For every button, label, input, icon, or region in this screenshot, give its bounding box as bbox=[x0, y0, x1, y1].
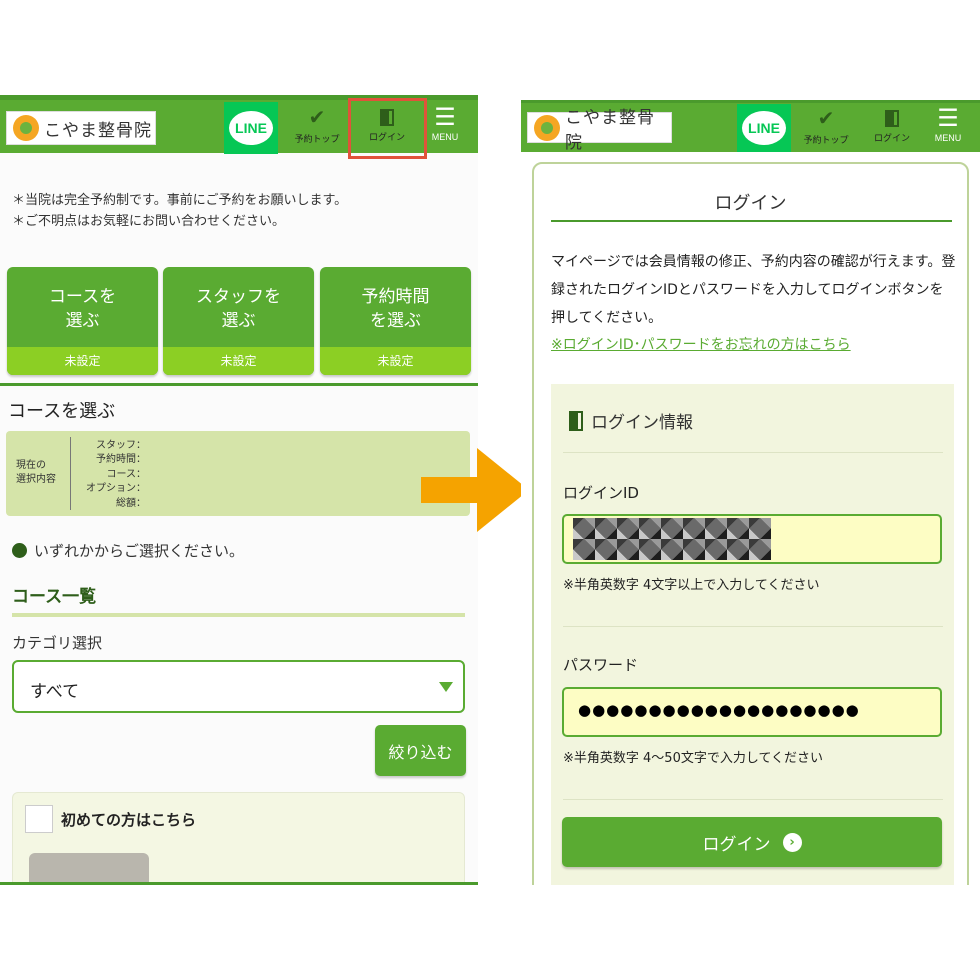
step-title-line2: を選ぶ bbox=[370, 311, 421, 331]
selection-heading-line1: 現在の bbox=[16, 460, 46, 471]
password-value: ●●●●●●●●●●●●●●●●●●●● bbox=[578, 701, 860, 719]
door-icon bbox=[569, 410, 583, 431]
course-list-title: コース一覧 bbox=[12, 587, 97, 607]
form-separator bbox=[563, 452, 943, 453]
login-card: ログイン マイページでは会員情報の修正、予約内容の確認が行えます。登録されたログ… bbox=[532, 162, 969, 885]
login-id-label: ログインID bbox=[563, 484, 639, 502]
nav-menu-label: MENU bbox=[934, 133, 962, 143]
logo-text: こやま整骨院 bbox=[565, 107, 655, 153]
login-info-heading-text: ログイン情報 bbox=[591, 413, 693, 433]
login-button[interactable]: ログイン › bbox=[562, 817, 942, 867]
logo-mark-icon bbox=[13, 115, 39, 141]
login-form-panel: ログイン情報 ログインID ※半角英数字 4文字以上で入力してください パスワー… bbox=[551, 384, 954, 885]
course-card[interactable]: 初めての方はこちら bbox=[12, 792, 465, 882]
section-title: コースを選ぶ bbox=[8, 401, 116, 422]
selection-label-time: 予約時間： bbox=[96, 454, 146, 466]
filter-button[interactable]: 絞り込む bbox=[375, 725, 466, 776]
login-title-underline bbox=[551, 220, 952, 222]
selection-label-course: コース： bbox=[106, 468, 147, 480]
password-label: パスワード bbox=[563, 656, 639, 674]
clinic-logo[interactable]: こやま整骨院 bbox=[6, 111, 156, 145]
step-choose-course-button[interactable]: コースを選ぶ 未設定 bbox=[7, 267, 158, 375]
forgot-credentials-link[interactable]: ※ログインID･パスワードをお忘れの方はこちら bbox=[551, 334, 851, 354]
course-checkbox[interactable] bbox=[25, 805, 53, 833]
form-separator bbox=[563, 626, 943, 627]
nav-reserve-top-label: 予約トップ bbox=[803, 136, 849, 146]
step-title-line1: 予約時間 bbox=[361, 287, 430, 307]
step-status: 未設定 bbox=[320, 347, 471, 375]
step-choose-time-button[interactable]: 予約時間を選ぶ 未設定 bbox=[320, 267, 471, 375]
current-selection-box: 現在の 選択内容 スタッフ： 予約時間： コース： オプション： 総額： bbox=[6, 431, 470, 516]
login-description: マイページでは会員情報の修正、予約内容の確認が行えます。登録されたログインIDと… bbox=[551, 254, 956, 326]
logo-text: こやま整骨院 bbox=[44, 120, 152, 141]
step-title-line2: 選ぶ bbox=[65, 311, 100, 331]
nav-menu[interactable]: ☰ MENU bbox=[920, 105, 976, 153]
nav-reserve-top[interactable]: ✔ 予約トップ bbox=[798, 105, 854, 153]
line-label: LINE bbox=[229, 111, 273, 145]
hamburger-icon: ☰ bbox=[434, 103, 456, 131]
reservation-screen: こやま整骨院 LINE ✔ 予約トップ ログイン ☰ MENU ＊当院は完全予約… bbox=[0, 95, 478, 885]
step-title-line1: コースを bbox=[48, 287, 117, 307]
nav-login-label: ログイン bbox=[873, 134, 910, 144]
step-status: 未設定 bbox=[7, 347, 158, 375]
selection-hint: いずれかからご選択ください。 bbox=[12, 540, 244, 561]
password-field[interactable]: ●●●●●●●●●●●●●●●●●●●● bbox=[562, 687, 942, 737]
notice-line-1: ＊当院は完全予約制です。事前にご予約をお願いします。 bbox=[12, 193, 348, 208]
selection-label-option: オプション： bbox=[86, 483, 146, 495]
logo-mark-icon bbox=[534, 114, 560, 141]
nav-login[interactable]: ログイン bbox=[864, 105, 920, 153]
check-icon: ✔ bbox=[308, 105, 326, 129]
door-icon bbox=[885, 110, 899, 127]
line-button[interactable]: LINE bbox=[224, 102, 278, 154]
course-list-underline bbox=[12, 613, 465, 617]
login-id-field[interactable] bbox=[562, 514, 942, 564]
redacted-mosaic bbox=[573, 518, 771, 560]
selection-label-staff: スタッフ： bbox=[96, 440, 146, 451]
step-title-line2: 選ぶ bbox=[221, 311, 256, 331]
login-highlight-box bbox=[348, 98, 427, 159]
right-arrow-icon bbox=[421, 448, 529, 532]
selection-label-total: 総額： bbox=[116, 497, 146, 509]
hint-text: いずれかからご選択ください。 bbox=[34, 542, 245, 560]
reservation-notice: ＊当院は完全予約制です。事前にご予約をお願いします。 ＊ご不明点はお気軽にお問い… bbox=[12, 190, 347, 232]
section-divider bbox=[0, 383, 478, 386]
hamburger-icon: ☰ bbox=[937, 104, 959, 132]
notice-line-2: ＊ご不明点はお気軽にお問い合わせください。 bbox=[12, 214, 286, 229]
category-label: カテゴリ選択 bbox=[12, 634, 103, 652]
category-select[interactable]: すべて bbox=[12, 660, 465, 713]
nav-reserve-top-label: 予約トップ bbox=[294, 135, 340, 145]
dropdown-arrow-icon bbox=[439, 682, 453, 692]
step-status: 未設定 bbox=[163, 347, 314, 375]
category-select-value: すべて bbox=[30, 682, 80, 702]
selection-separator bbox=[70, 437, 71, 510]
course-thumbnail bbox=[29, 853, 149, 882]
course-card-title: 初めての方はこちら bbox=[61, 811, 197, 829]
nav-reserve-top[interactable]: ✔ 予約トップ bbox=[289, 104, 345, 152]
line-button[interactable]: LINE bbox=[737, 104, 791, 152]
step-choose-staff-button[interactable]: スタッフを選ぶ 未設定 bbox=[163, 267, 314, 375]
check-icon: ✔ bbox=[817, 106, 835, 130]
password-note: ※半角英数字 4〜50文字で入力してください bbox=[563, 751, 824, 766]
chevron-right-circle-icon: › bbox=[782, 832, 802, 852]
step-title-line1: スタッフを bbox=[196, 287, 281, 307]
login-info-heading: ログイン情報 bbox=[569, 408, 693, 433]
bullet-dot-icon bbox=[12, 543, 27, 558]
selection-labels: スタッフ： 予約時間： コース： オプション： 総額： bbox=[76, 439, 146, 511]
clinic-logo[interactable]: こやま整骨院 bbox=[527, 108, 672, 153]
top-bar: こやま整骨院 LINE ✔ 予約トップ ログイン ☰ MENU bbox=[521, 100, 980, 153]
login-id-note: ※半角英数字 4文字以上で入力してください bbox=[563, 578, 820, 593]
login-screen: こやま整骨院 LINE ✔ 予約トップ ログイン ☰ MENU ログイン マイペ… bbox=[521, 100, 980, 885]
line-label: LINE bbox=[742, 111, 786, 145]
selection-heading-line2: 選択内容 bbox=[16, 474, 56, 485]
login-title: ログイン bbox=[714, 193, 787, 214]
selection-heading: 現在の 選択内容 bbox=[16, 459, 56, 487]
nav-menu-label: MENU bbox=[431, 132, 459, 142]
form-separator bbox=[563, 799, 943, 800]
login-button-label: ログイン bbox=[702, 834, 771, 855]
